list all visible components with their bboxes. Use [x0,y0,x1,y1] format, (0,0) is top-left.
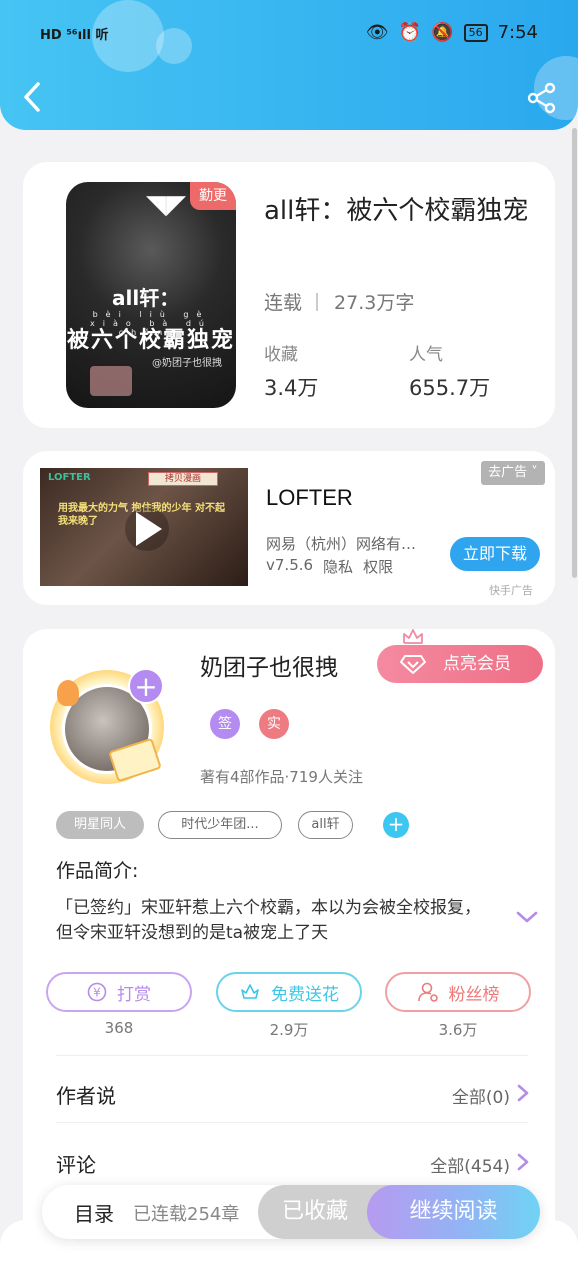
alarm-icon: ⏰ [398,22,422,43]
tag-item[interactable]: 明星同人 [56,811,144,839]
ad-source-label: 快手广告 [489,584,533,597]
author-name[interactable]: 奶团子也很拽 [200,648,338,682]
send-flower-button[interactable]: 免费送花 [216,972,362,1012]
favorites-label: 收藏 [264,345,298,365]
crown-icon [403,629,423,644]
intro-text: 「已签约」宋亚轩惹上六个校霸，本以为会被全校报复，但令宋亚轩没想到的是ta被宠上… [56,898,481,943]
divider [56,1055,528,1056]
cover-book-decoration [90,366,132,396]
author-notes-all[interactable]: 全部(0) [452,1083,510,1108]
remove-ad-button[interactable]: 去广告 ˅ [481,461,545,485]
table-of-contents-button[interactable]: 目录 [74,1198,114,1227]
book-cover[interactable]: ◥◤ all轩： bèi liù gè xiào bà dú chǒng 被六个… [66,182,236,408]
ad-publisher: 网易（杭州）网络有限公司 [266,535,426,553]
status-signal: HD ⁵⁶ıll 听 [40,28,109,43]
status-right-group: 👁 ⏰ 🔕 56 7:54 [366,22,538,43]
fan-ranking-button[interactable]: 粉丝榜 [385,972,531,1012]
svg-text:¥: ¥ [93,986,101,1000]
reward-button[interactable]: ¥ 打赏 [46,972,192,1012]
battery-indicator: 56 [463,23,488,42]
back-arrow-icon[interactable] [18,80,48,114]
signed-badge: 签 [210,709,240,739]
chevron-down-icon[interactable] [515,908,539,926]
chevron-right-icon[interactable] [516,1083,530,1103]
popularity-value: 655.7万 [409,376,491,400]
divider [316,292,319,311]
verified-badge: 实 [259,709,289,739]
follow-author-button[interactable]: + [128,668,164,704]
comments-all[interactable]: 全部(454) [430,1152,510,1177]
fan-ranking-label: 粉丝榜 [448,984,500,1005]
author-stats: 著有4部作品·719人关注 [200,768,363,786]
cover-title-line1: all轩： [112,286,180,310]
reward-count: 368 [104,1019,134,1037]
continue-reading-button[interactable]: 继续阅读 [367,1185,540,1239]
ad-thumb-strip: 拷贝漫画 [148,472,218,486]
cover-title-line2: 被六个校霸独宠 [66,328,235,353]
ad-privacy-link[interactable]: 隐私 [323,556,353,577]
send-flower-label: 免费送花 [271,984,339,1005]
ad-meta: v7.5.6 隐私 权限 [266,556,393,577]
reward-label: 打赏 [117,984,151,1005]
scrollbar[interactable] [572,128,577,578]
book-title: all轩：被六个校霸独宠 [264,196,529,226]
flower-count: 2.9万 [269,1021,309,1039]
cat-ears-decoration: ◥◤ [146,190,186,220]
ad-version: v7.5.6 [266,556,314,574]
popularity-label: 人气 [409,345,443,365]
share-icon[interactable] [526,82,558,114]
serial-status: 连载 [264,292,303,314]
status-bar: HD ⁵⁶ıll 听 👁 ⏰ 🔕 56 7:54 [0,18,578,50]
ad-download-button[interactable]: 立即下载 [450,537,540,571]
eye-icon: 👁 [365,22,389,43]
add-tag-button[interactable]: + [383,812,409,838]
ad-permissions-link[interactable]: 权限 [363,556,393,577]
chevron-right-icon[interactable] [516,1152,530,1172]
ad-thumb-logo: LOFTER [48,472,91,483]
word-count: 27.3万字 [334,292,415,314]
play-icon[interactable] [136,512,162,546]
yen-coin-icon: ¥ [87,982,107,1002]
diamond-icon [400,655,426,674]
ad-title: LOFTER [266,485,353,510]
fans-icon [417,982,438,1002]
mute-icon: 🔕 [431,22,454,43]
tag-item[interactable]: 时代少年团... [158,811,282,839]
tag-item[interactable]: all轩 [298,811,353,839]
status-time: 7:54 [497,22,538,43]
book-status-line: 连载 27.3万字 [264,288,414,315]
chapter-count: 已连载254章 [133,1204,240,1225]
intro-heading: 作品简介: [56,860,139,882]
divider [56,1122,528,1123]
comments-title[interactable]: 评论 [56,1149,96,1178]
author-notes-title[interactable]: 作者说 [56,1080,116,1109]
avatar-leaf-decoration [57,680,79,706]
app-header: HD ⁵⁶ıll 听 👁 ⏰ 🔕 56 7:54 [0,0,578,130]
cover-author: @奶团子也很拽 [152,358,222,369]
fan-ranking-count: 3.6万 [438,1021,478,1039]
favorites-value: 3.4万 [264,376,319,400]
flower-icon [241,984,259,999]
